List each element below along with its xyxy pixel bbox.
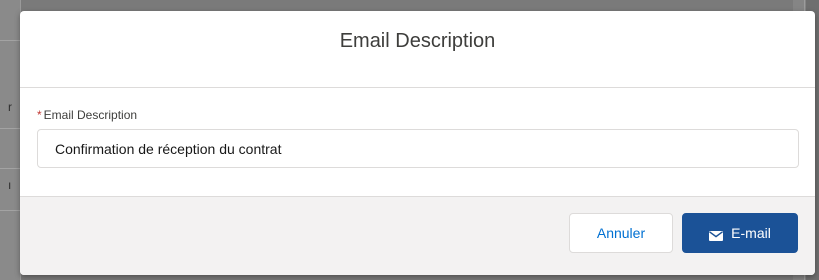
background-divider (0, 210, 20, 211)
modal-title: Email Description (339, 30, 496, 53)
background-page-left (0, 0, 21, 280)
email-description-modal: Email Description *Email Description Ann… (20, 11, 815, 275)
background-divider (0, 40, 20, 41)
cancel-button[interactable]: Annuler (569, 213, 673, 253)
background-text-fragment: r (8, 100, 12, 114)
email-description-input[interactable] (37, 129, 799, 168)
send-email-button-label: E-mail (731, 225, 771, 241)
background-divider (0, 168, 20, 169)
background-text-fragment: ı (8, 178, 12, 192)
required-indicator: * (37, 108, 42, 122)
cancel-button-label: Annuler (596, 225, 646, 241)
modal-body: * Email Description (20, 88, 815, 196)
background-divider (0, 128, 20, 129)
email-description-label-text: Email Description (43, 108, 138, 122)
send-email-button[interactable]: E-mail (682, 213, 798, 253)
modal-footer: Annuler E-mail (20, 196, 815, 275)
modal-header: Email Description (20, 11, 815, 88)
envelope-icon (709, 228, 724, 241)
email-description-label: * Email Description (37, 108, 798, 122)
